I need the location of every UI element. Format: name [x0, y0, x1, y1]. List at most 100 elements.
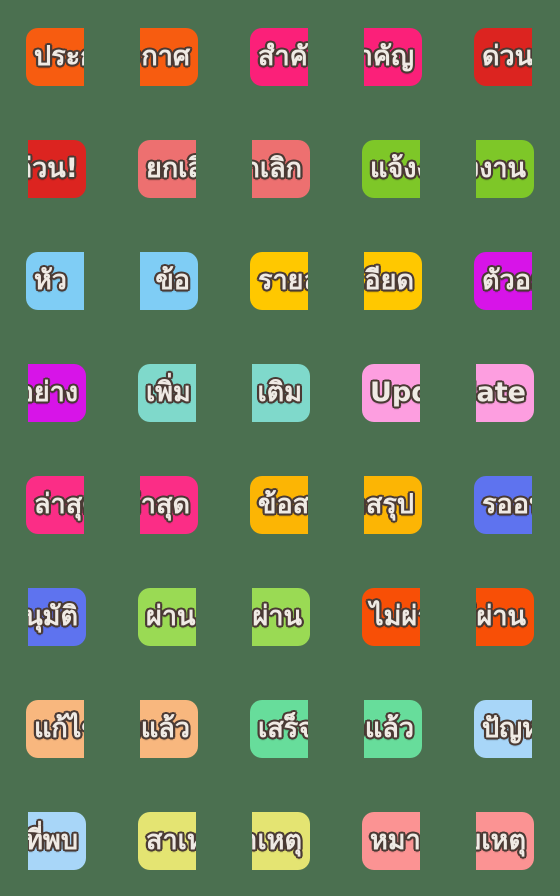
sticker-label: รออนุมัติ: [482, 489, 532, 520]
sticker-cell: ตัวอย่าง: [448, 224, 560, 336]
sticker-cell: ด่วน!: [448, 0, 560, 112]
sticker-cell: ผ่าน: [224, 560, 336, 672]
sticker-label: ด่วน!: [482, 41, 532, 72]
sticker-tile-16[interactable]: ตัวอย่าง: [28, 364, 86, 422]
sticker-cell: หัว: [0, 224, 112, 336]
sticker-tile-23[interactable]: ข้อสรุป: [250, 476, 308, 534]
sticker-cell: สาเหตุ: [224, 784, 336, 896]
sticker-cell: ประกาศ: [112, 0, 224, 112]
sticker-label: สาเหตุ: [146, 825, 196, 856]
sticker-label: เพิ่ม: [146, 377, 191, 408]
sticker-cell: เพิ่ม: [112, 336, 224, 448]
sticker-label: ข้อ: [155, 265, 190, 296]
sticker-cell: รออนุมัติ: [0, 560, 112, 672]
sticker-label: ตัวอย่าง: [482, 265, 532, 296]
sticker-cell: Update: [448, 336, 560, 448]
sticker-tile-6[interactable]: ด่วน!: [28, 140, 86, 198]
sticker-tile-14[interactable]: รายละเอียด: [364, 252, 422, 310]
sticker-tile-21[interactable]: ล่าสุด: [26, 476, 84, 534]
sticker-cell: แก้ไขแล้ว: [0, 672, 112, 784]
sticker-label: รายละเอียด: [364, 265, 414, 296]
sticker-tile-3[interactable]: สำคัญ: [250, 28, 308, 86]
sticker-cell: หมายเหตุ: [336, 784, 448, 896]
sticker-tile-17[interactable]: เพิ่ม: [138, 364, 196, 422]
sticker-tile-7[interactable]: ยกเลิก: [138, 140, 196, 198]
sticker-label: สาเหตุ: [252, 825, 302, 856]
sticker-tile-35[interactable]: ปัญหาที่พบ: [474, 700, 532, 758]
sticker-cell: ข้อสรุป: [336, 448, 448, 560]
sticker-tile-33[interactable]: เสร็จแล้ว: [250, 700, 308, 758]
sticker-cell: ปัญหาที่พบ: [448, 672, 560, 784]
sticker-tile-24[interactable]: ข้อสรุป: [364, 476, 422, 534]
sticker-label: ไม่ผ่าน: [370, 601, 420, 632]
sticker-tile-12[interactable]: ข้อ: [140, 252, 198, 310]
sticker-tile-8[interactable]: ยกเลิก: [252, 140, 310, 198]
sticker-tile-5[interactable]: ด่วน!: [474, 28, 532, 86]
sticker-cell: สำคัญ: [224, 0, 336, 112]
sticker-label: รออนุมัติ: [28, 601, 78, 632]
sticker-tile-28[interactable]: ผ่าน: [252, 588, 310, 646]
sticker-tile-13[interactable]: รายละเอียด: [250, 252, 308, 310]
sticker-label: รายละเอียด: [258, 265, 308, 296]
sticker-tile-15[interactable]: ตัวอย่าง: [474, 252, 532, 310]
sticker-label: ล่าสุด: [34, 489, 84, 520]
sticker-tile-34[interactable]: เสร็จแล้ว: [364, 700, 422, 758]
sticker-tile-10[interactable]: แจ้งงาน: [476, 140, 534, 198]
sticker-cell: หมายเหตุ: [448, 784, 560, 896]
sticker-tile-11[interactable]: หัว: [26, 252, 84, 310]
sticker-cell: ด่วน!: [0, 112, 112, 224]
sticker-cell: ข้อสรุป: [224, 448, 336, 560]
sticker-tile-32[interactable]: แก้ไขแล้ว: [140, 700, 198, 758]
sticker-tile-30[interactable]: ไม่ผ่าน: [476, 588, 534, 646]
sticker-label: ยกเลิก: [252, 153, 302, 184]
sticker-cell: ปัญหาที่พบ: [0, 784, 112, 896]
sticker-tile-18[interactable]: เติม: [252, 364, 310, 422]
sticker-label: แจ้งงาน: [370, 153, 420, 184]
sticker-tile-19[interactable]: Update: [362, 364, 420, 422]
sticker-cell: ไม่ผ่าน: [336, 560, 448, 672]
sticker-label: ด่วน!: [28, 153, 78, 184]
sticker-tile-37[interactable]: สาเหตุ: [138, 812, 196, 870]
sticker-tile-39[interactable]: หมายเหตุ: [362, 812, 420, 870]
sticker-tile-40[interactable]: หมายเหตุ: [476, 812, 534, 870]
sticker-label: สำคัญ: [258, 41, 308, 72]
sticker-tile-1[interactable]: ประกาศ: [26, 28, 84, 86]
sticker-cell: ข้อ: [112, 224, 224, 336]
sticker-label: ผ่าน: [252, 601, 302, 632]
sticker-cell: เสร็จแล้ว: [336, 672, 448, 784]
sticker-cell: ยกเลิก: [224, 112, 336, 224]
sticker-label: ปัญหาที่พบ: [28, 825, 78, 856]
sticker-tile-9[interactable]: แจ้งงาน: [362, 140, 420, 198]
sticker-cell: รายละเอียด: [336, 224, 448, 336]
sticker-tile-31[interactable]: แก้ไขแล้ว: [26, 700, 84, 758]
sticker-tile-27[interactable]: ผ่าน: [138, 588, 196, 646]
sticker-tile-38[interactable]: สาเหตุ: [252, 812, 310, 870]
sticker-label: ยกเลิก: [146, 153, 196, 184]
sticker-tile-22[interactable]: ล่าสุด: [140, 476, 198, 534]
sticker-cell: ผ่าน: [112, 560, 224, 672]
sticker-cell: ล่าสุด: [0, 448, 112, 560]
sticker-label: ข้อสรุป: [258, 489, 308, 520]
sticker-label: หมายเหตุ: [476, 825, 526, 856]
sticker-tile-2[interactable]: ประกาศ: [140, 28, 198, 86]
sticker-cell: แก้ไขแล้ว: [112, 672, 224, 784]
sticker-cell: ประกาศ: [0, 0, 112, 112]
sticker-tile-25[interactable]: รออนุมัติ: [474, 476, 532, 534]
sticker-tile-36[interactable]: ปัญหาที่พบ: [28, 812, 86, 870]
sticker-tile-4[interactable]: สำคัญ: [364, 28, 422, 86]
sticker-tile-29[interactable]: ไม่ผ่าน: [362, 588, 420, 646]
sticker-label: สำคัญ: [364, 41, 414, 72]
sticker-tile-26[interactable]: รออนุมัติ: [28, 588, 86, 646]
sticker-cell: เติม: [224, 336, 336, 448]
sticker-cell: สาเหตุ: [112, 784, 224, 896]
sticker-grid: ประกาศประกาศสำคัญสำคัญด่วน!ด่วน!ยกเลิกยก…: [0, 0, 560, 896]
sticker-label: ผ่าน: [146, 601, 196, 632]
sticker-label: ข้อสรุป: [364, 489, 414, 520]
sticker-label: ล่าสุด: [140, 489, 190, 520]
sticker-label: ปัญหาที่พบ: [482, 713, 532, 744]
sticker-tile-20[interactable]: Update: [476, 364, 534, 422]
sticker-label: หมายเหตุ: [370, 825, 420, 856]
sticker-cell: เสร็จแล้ว: [224, 672, 336, 784]
sticker-label: ประกาศ: [34, 41, 84, 72]
sticker-cell: แจ้งงาน: [448, 112, 560, 224]
